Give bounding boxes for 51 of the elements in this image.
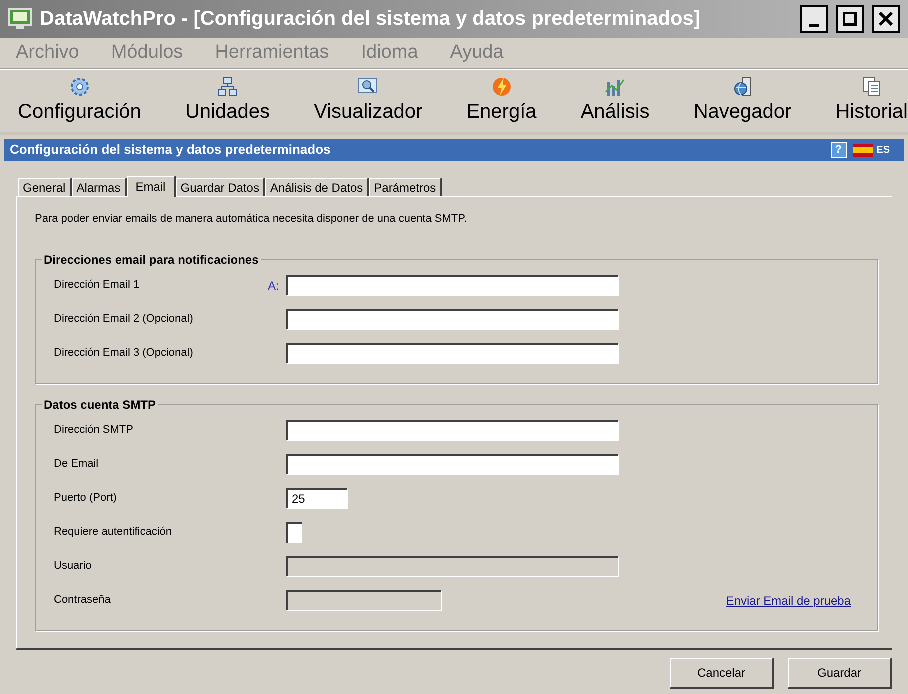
- text-field[interactable]: [286, 309, 619, 330]
- maximize-icon: [843, 12, 857, 26]
- checkbox[interactable]: [286, 522, 302, 543]
- group-title: Datos cuenta SMTP: [43, 396, 158, 414]
- text-field[interactable]: 25: [286, 488, 348, 509]
- window-title: DataWatchPro - [Configuración del sistema y datos predeterminados]: [40, 7, 702, 32]
- field-label: Usuario: [54, 559, 93, 574]
- field-label: Dirección SMTP: [54, 423, 134, 438]
- toolbar-button[interactable]: Historial: [836, 76, 908, 124]
- minimize-button[interactable]: [800, 5, 828, 33]
- tab[interactable]: Análisis de Datos: [265, 178, 370, 196]
- toolbar-button[interactable]: Energía: [466, 76, 537, 124]
- gear-icon: [68, 76, 91, 98]
- close-icon: [879, 12, 893, 26]
- toolbar-button[interactable]: Visualizador: [314, 76, 423, 124]
- field-prefix: A:: [268, 278, 280, 292]
- minimize-icon: [809, 24, 819, 26]
- maximize-button[interactable]: [836, 5, 864, 33]
- field-label: Dirección Email 2 (Opcional): [54, 312, 194, 328]
- toolbar-button[interactable]: Unidades: [185, 76, 270, 124]
- tab[interactable]: Parámetros: [369, 178, 442, 196]
- tab[interactable]: Guardar Datos: [176, 178, 266, 196]
- text-field[interactable]: [286, 420, 619, 441]
- dialog-button[interactable]: Cancelar: [670, 658, 774, 689]
- lightning-icon: [490, 76, 513, 98]
- section-title: Configuración del sistema y datos predeterminados: [10, 141, 332, 160]
- tab[interactable]: Alarmas: [72, 178, 127, 196]
- group-title: Direcciones email para notificaciones: [43, 252, 260, 268]
- network-icon: [216, 76, 239, 98]
- field-label: Contraseña: [54, 593, 112, 608]
- toolbar-button[interactable]: Análisis: [580, 76, 650, 124]
- documents-icon: [860, 76, 883, 98]
- globe-server-icon: [732, 76, 754, 98]
- app-icon: [8, 8, 32, 30]
- field-label: Dirección Email 3 (Opcional): [54, 346, 194, 362]
- toolbar-button[interactable]: Configuración: [18, 76, 142, 124]
- field-label: Dirección Email 1: [54, 278, 141, 294]
- field-label: De Email: [54, 457, 100, 472]
- close-button[interactable]: [872, 5, 900, 33]
- language-code[interactable]: ES: [876, 142, 890, 158]
- text-field[interactable]: [286, 454, 619, 475]
- text-field[interactable]: [286, 275, 619, 296]
- tab[interactable]: Email: [126, 176, 176, 197]
- tab[interactable]: General: [18, 178, 72, 196]
- dialog-button[interactable]: Guardar: [788, 658, 892, 689]
- text-field[interactable]: [286, 343, 619, 364]
- spain-flag-icon: [852, 144, 873, 156]
- intro-text: Para poder enviar emails de manera automática necesita disponer de una cuenta SMTP.: [35, 212, 468, 227]
- field-label: Puerto (Port): [54, 491, 118, 506]
- field-label: Requiere autentificación: [54, 525, 174, 540]
- toolbar-button[interactable]: Navegador: [694, 76, 792, 124]
